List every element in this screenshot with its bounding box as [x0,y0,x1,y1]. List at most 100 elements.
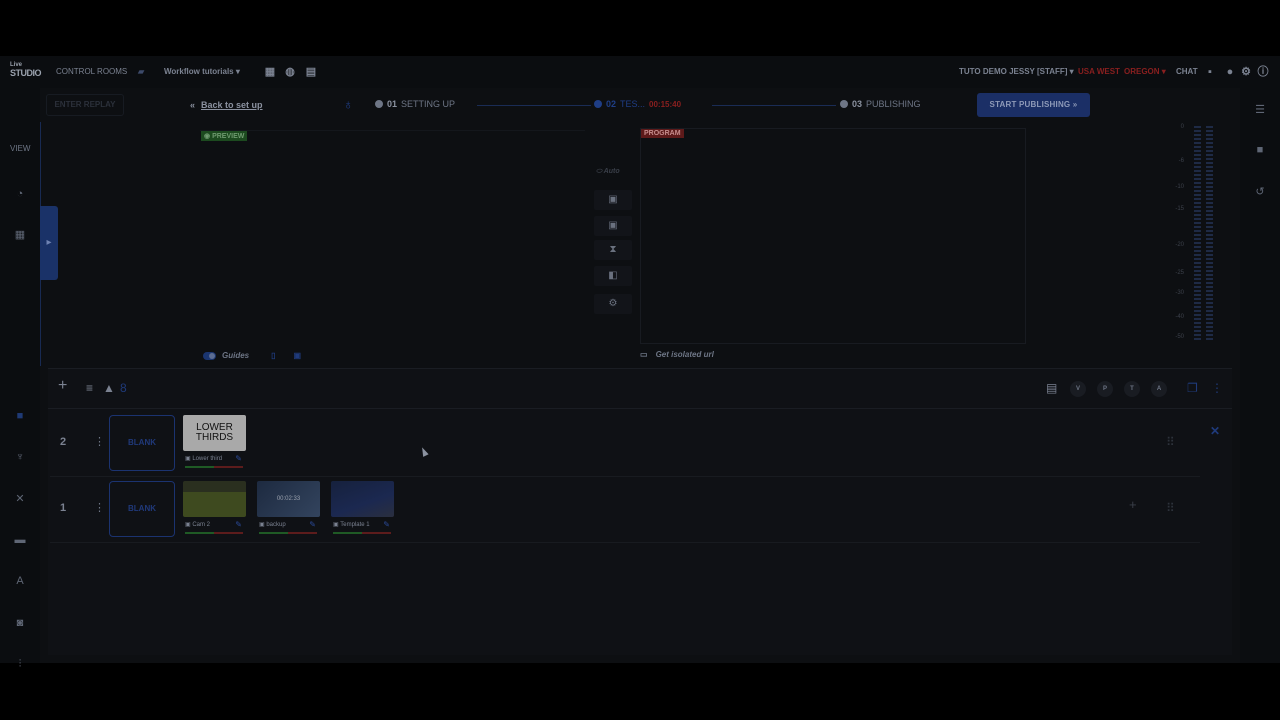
start-publishing-button[interactable]: START PUBLISHING » [977,93,1090,117]
desktop-icon[interactable]: ▣ [294,351,302,360]
subtitles-icon[interactable]: ▤ [1046,381,1057,395]
broadcast-icon[interactable]: ♆ [12,449,28,465]
info-icon[interactable]: ⓘ [1257,66,1269,78]
guides-toggle[interactable]: Guides ▯ ▣ [203,351,301,360]
user-menu[interactable]: TUTO DEMO JESSY [STAFF] ▾ [959,67,1074,76]
meter-bar-right [1206,126,1213,340]
back-to-setup-link[interactable]: « Back to set up [190,100,263,110]
add-overlay-icon[interactable]: ▣ [594,216,632,236]
back-label: Back to set up [201,100,263,110]
camera-icon[interactable]: ■ [12,408,28,424]
comment-icon[interactable]: ▬ [12,532,28,548]
blank-button[interactable]: BLANK [109,415,175,471]
cut-transition-icon[interactable]: ◧ [594,266,632,286]
picture-filter-button[interactable]: P [1097,381,1113,397]
transition-controls: ⬭ Auto ▣ ▣ ⧗ ◧ ⚙ [594,168,634,368]
gear-icon[interactable]: ⚙ [1240,66,1252,78]
user-name: TUTO DEMO JESSY [STAFF] [959,67,1068,76]
row-menu-icon[interactable]: ⋮ [94,435,105,448]
drag-handle-icon[interactable]: ⠿ [1166,435,1175,449]
list-icon[interactable]: ☰ [1253,103,1267,117]
grid-icon[interactable]: ▦ [12,227,28,243]
chat-icon[interactable]: ▪ [1204,66,1216,78]
template-filter-button[interactable]: T [1124,381,1140,397]
text-icon[interactable]: A [12,573,28,589]
align-icon[interactable]: ≡ [86,381,93,395]
top-bar: Live STUDIO CONTROL ROOMS ▰ Workflow tut… [0,56,1280,88]
preview-monitor: ◉ PREVIEW [200,130,585,344]
workflow-stepper: ENTER REPLAY « Back to set up ♁ 01 SETTIN… [40,88,1240,122]
blank-button[interactable]: BLANK [109,481,175,537]
add-image-icon[interactable]: ▣ [594,190,632,210]
rundown-toolbar: + ≡ ▲ 8 ▤ V P T A ❐ ⋮ [48,369,1232,409]
tile-status-line [259,532,317,534]
add-item-icon[interactable]: + [1129,497,1137,512]
check-icon [594,100,602,108]
enter-replay-button[interactable]: ENTER REPLAY [46,94,124,116]
auto-toggle[interactable]: ⬭ Auto [596,168,620,176]
calendar-icon[interactable]: ▦ [264,66,276,78]
row-menu-icon[interactable]: ⋮ [94,501,105,514]
cam2-tile[interactable]: ▣ Cam 2 ✎ [183,481,246,537]
step-connector [712,105,836,106]
tile-caption: ▣ backup [259,522,286,528]
tile-status-line [185,466,243,468]
get-isolated-url[interactable]: ▭ Get isolated url [640,350,714,359]
toggle-switch[interactable] [203,351,216,360]
logo: Live STUDIO [10,62,42,78]
sliders-icon[interactable]: ⫶ [12,656,28,672]
edit-pencil-icon[interactable]: ✎ [383,520,390,529]
workflow-label: Workflow tutorials [164,67,234,76]
chevron-left-icon: « [190,100,196,110]
undo-icon[interactable]: ↺ [1253,185,1267,199]
tile-caption: ▣ Lower third [185,456,223,462]
more-vertical-icon[interactable]: ⋮ [1211,381,1223,395]
globe-icon[interactable]: ◍ [284,66,296,78]
layout-icon[interactable]: ▤ [305,66,317,78]
edit-pencil-icon[interactable]: ✎ [309,520,316,529]
add-icon[interactable]: + [58,378,67,394]
chat-label[interactable]: CHAT [1176,67,1198,76]
control-rooms-link[interactable]: CONTROL ROOMS [56,67,127,76]
template1-tile[interactable]: ▣ Template 1 ✎ [331,481,394,537]
edit-pencil-icon[interactable]: ✎ [235,454,242,463]
car-icon[interactable]: ◙ [12,615,28,631]
video-filter-button[interactable]: V [1070,381,1086,397]
program-monitor: PROGRAM [640,128,1026,344]
cam2-thumbnail [183,481,246,517]
mobile-icon[interactable]: ▯ [271,351,275,360]
lower-thirds-thumbnail: LOWER THIRDS [183,415,246,451]
step-setting-up[interactable]: 01 SETTING UP [375,99,455,109]
workflow-dropdown[interactable]: Workflow tutorials ▾ [164,67,240,76]
edit-pencil-icon[interactable]: ✎ [235,520,242,529]
settings-icon[interactable]: ⚙ [594,294,632,314]
workspace-icon: ▰ [138,67,145,76]
rundown-count: 8 [120,381,127,395]
lock-icon[interactable]: ▲ [103,381,115,395]
step-dot [840,100,848,108]
tile-caption: ▣ Cam 2 [185,522,211,528]
user-icon[interactable]: ● [1224,66,1236,78]
lightbulb-icon[interactable]: ♁ [343,96,354,112]
stack-icon[interactable]: ■ [1253,143,1267,157]
zone-dropdown[interactable]: OREGON ▾ [1124,67,1166,76]
audio-meter: 0 -6 -10 -15 -20 -25 -30 -40 -50 [1170,124,1220,344]
step-dot [375,100,383,108]
tools-icon[interactable]: ✕ [12,491,28,507]
expand-panel-button[interactable]: ▸ [40,206,58,280]
drag-handle-icon[interactable]: ⠿ [1166,501,1175,515]
step-publishing[interactable]: 03 PUBLISHING [840,99,921,109]
rundown-panel: + ≡ ▲ 8 ▤ V P T A ❐ ⋮ 2 ⋮ BLANK LOWER TH… [48,368,1232,655]
hourglass-icon[interactable]: ⧗ [594,240,632,260]
dashboard-icon[interactable]: ◔ [12,186,28,202]
lower-third-tile[interactable]: LOWER THIRDS ▣ Lower third ✎ [183,415,246,471]
app-window: Live STUDIO CONTROL ROOMS ▰ Workflow tut… [0,56,1280,670]
left-rail: VIEW ◔ ▦ ■ ♆ ✕ ▬ A ◙ ⫶ [0,88,40,670]
audio-filter-button[interactable]: A [1151,381,1167,397]
step-testing[interactable]: 02 TES... 00:15:40 [594,99,681,109]
preview-badge: ◉ PREVIEW [201,131,248,141]
copy-icon[interactable]: ❐ [1187,381,1198,395]
rundown-row-2: 2 ⋮ BLANK LOWER THIRDS ▣ Lower third ✎ ⠿ [50,411,1200,477]
close-icon[interactable]: ✕ [1210,424,1220,438]
backup-tile[interactable]: 00:02:33 ▣ backup ✎ [257,481,320,537]
